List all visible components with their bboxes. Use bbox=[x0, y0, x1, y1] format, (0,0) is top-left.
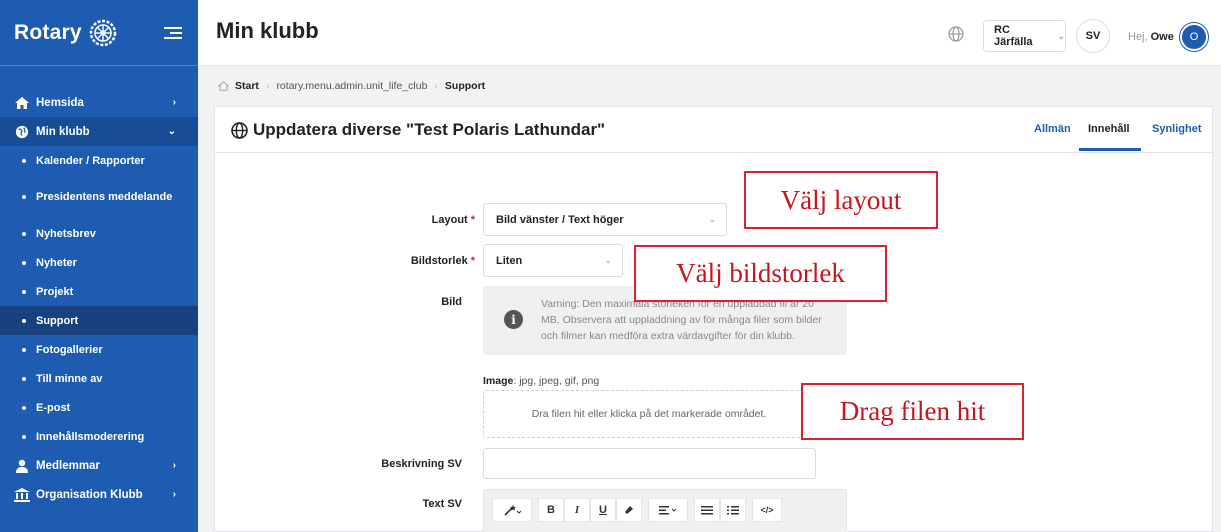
magic-wand-icon bbox=[504, 505, 521, 516]
eraser-icon bbox=[625, 506, 633, 514]
layout-label-text: Layout bbox=[431, 214, 468, 226]
image-types: Image: jpg, jpeg, gif, png bbox=[483, 375, 599, 387]
layout-select-value: Bild vänster / Text höger bbox=[496, 213, 624, 226]
card-header: Uppdatera diverse "Test Polaris Lathunda… bbox=[215, 107, 1214, 153]
collapse-menu-icon[interactable] bbox=[164, 24, 182, 40]
warning-text: Varning: Den maximala storleken för en u… bbox=[541, 298, 822, 342]
ordered-list-icon bbox=[727, 506, 739, 515]
chevron-down-icon: ⌄ bbox=[604, 255, 612, 265]
sidebar: Rotary Hemsida › Min klubb ⌄ Kalender / … bbox=[0, 0, 198, 532]
home-icon bbox=[15, 96, 29, 109]
chevron-right-icon: › bbox=[172, 460, 176, 471]
align-left-icon bbox=[659, 506, 677, 515]
globe-icon bbox=[231, 122, 248, 139]
image-types-list: : jpg, jpeg, gif, png bbox=[513, 375, 600, 387]
sidebar-subitem[interactable]: E-post bbox=[0, 393, 198, 422]
sidebar-subitem[interactable]: Kalender / Rapporter bbox=[0, 146, 198, 175]
annotation-image-size: Välj bildstorlek bbox=[634, 245, 887, 302]
active-tab-indicator bbox=[1079, 148, 1141, 151]
annotation-layout: Välj layout bbox=[744, 171, 938, 229]
card-title: Uppdatera diverse "Test Polaris Lathunda… bbox=[253, 120, 606, 139]
sidebar-subitem[interactable]: Nyheter bbox=[0, 248, 198, 277]
user-greeting: Hej, Owe bbox=[1128, 31, 1174, 43]
code-view-button[interactable]: </> bbox=[752, 498, 782, 522]
breadcrumb-middle[interactable]: rotary.menu.admin.unit_life_club bbox=[276, 80, 427, 92]
chevron-down-icon: ⌄ bbox=[1057, 30, 1065, 41]
sidebar-item-label: Medlemmar bbox=[36, 459, 100, 472]
underline-button[interactable]: U bbox=[590, 498, 616, 522]
chevron-right-icon: › bbox=[172, 97, 176, 108]
layout-label: Layout * bbox=[395, 214, 475, 226]
avatar[interactable]: O bbox=[1180, 23, 1208, 51]
sidebar-subitem[interactable]: Till minne av bbox=[0, 364, 198, 393]
sidebar-item-label: Min klubb bbox=[36, 125, 90, 138]
image-size-select[interactable]: Liten ⌄ bbox=[483, 244, 623, 277]
description-input[interactable] bbox=[483, 448, 816, 479]
club-select-value: RC Järfälla bbox=[994, 24, 1033, 48]
top-header: Min klubb RC Järfälla ⌄ SV Hej, Owe O bbox=[198, 0, 1221, 66]
sidebar-subitem-active[interactable]: Support bbox=[0, 306, 198, 335]
bold-button[interactable]: B bbox=[538, 498, 564, 522]
rich-text-editor: B I U </> bbox=[483, 489, 847, 532]
sidebar-subitem[interactable]: Presidentens meddelande bbox=[0, 175, 198, 219]
info-icon: i bbox=[504, 310, 523, 329]
sidebar-subitem[interactable]: Projekt bbox=[0, 277, 198, 306]
greeting-text: Hej, bbox=[1128, 31, 1148, 43]
ordered-list-button[interactable] bbox=[720, 498, 746, 522]
sidebar-subitem[interactable]: Fotogallerier bbox=[0, 335, 198, 364]
sidebar-item-label: Organisation Klubb bbox=[36, 488, 143, 501]
size-label: Bildstorlek * bbox=[365, 255, 475, 267]
breadcrumb: Start › rotary.menu.admin.unit_life_club… bbox=[218, 80, 485, 92]
annotation-drag-file: Drag filen hit bbox=[801, 383, 1024, 440]
list-icon bbox=[701, 506, 713, 515]
layout-select[interactable]: Bild vänster / Text höger ⌄ bbox=[483, 203, 727, 236]
sidebar-item-hemsida[interactable]: Hemsida › bbox=[0, 88, 198, 117]
chevron-right-icon: › bbox=[172, 489, 176, 500]
club-select[interactable]: RC Järfälla ⌄ bbox=[983, 20, 1066, 52]
sidebar-item-label: Hemsida bbox=[36, 96, 84, 109]
edit-card: Uppdatera diverse "Test Polaris Lathunda… bbox=[214, 106, 1214, 532]
chevron-down-icon: ⌄ bbox=[708, 214, 716, 224]
sidebar-subitem[interactable]: Nyhetsbrev bbox=[0, 219, 198, 248]
tab-innehall[interactable]: Innehåll bbox=[1088, 123, 1130, 135]
sidebar-item-min-klubb[interactable]: Min klubb ⌄ bbox=[0, 117, 198, 146]
sidebar-subitem[interactable]: Innehållsmoderering bbox=[0, 422, 198, 451]
required-mark: * bbox=[470, 214, 475, 226]
brand-logo-text: Rotary bbox=[14, 20, 82, 44]
globe-icon bbox=[15, 125, 29, 138]
sidebar-item-organisation[interactable]: Organisation Klubb › bbox=[0, 480, 198, 509]
italic-button[interactable]: I bbox=[564, 498, 590, 522]
description-label: Beskrivning SV bbox=[381, 458, 462, 470]
size-label-text: Bildstorlek bbox=[410, 255, 468, 267]
user-icon bbox=[16, 459, 28, 473]
image-size-select-value: Liten bbox=[496, 254, 523, 267]
text-label: Text SV bbox=[422, 498, 462, 510]
user-name: Owe bbox=[1150, 31, 1174, 43]
image-types-label: Image bbox=[483, 375, 514, 387]
breadcrumb-separator-icon: › bbox=[265, 80, 270, 92]
page-title: Min klubb bbox=[216, 18, 319, 43]
tab-synlighet[interactable]: Synlighet bbox=[1152, 123, 1202, 135]
home-icon bbox=[218, 81, 229, 91]
language-globe-icon[interactable] bbox=[948, 26, 964, 42]
eraser-button[interactable] bbox=[616, 498, 642, 522]
unordered-list-button[interactable] bbox=[694, 498, 720, 522]
rotary-wheel-icon bbox=[89, 19, 116, 46]
magic-format-button[interactable] bbox=[492, 498, 532, 522]
align-dropdown-button[interactable] bbox=[648, 498, 688, 522]
breadcrumb-separator-icon: › bbox=[434, 80, 438, 92]
file-dropzone[interactable]: Dra filen hit eller klicka på det marker… bbox=[483, 390, 815, 438]
language-button[interactable]: SV bbox=[1076, 19, 1110, 53]
breadcrumb-current: Support bbox=[444, 80, 486, 92]
institution-icon bbox=[14, 487, 30, 502]
tab-allman[interactable]: Allmän bbox=[1034, 123, 1071, 135]
image-label: Bild bbox=[441, 296, 462, 308]
sidebar-item-medlemmar[interactable]: Medlemmar › bbox=[0, 451, 198, 480]
chevron-down-icon: ⌄ bbox=[167, 126, 176, 137]
sidebar-nav: Hemsida › Min klubb ⌄ Kalender / Rapport… bbox=[0, 88, 198, 509]
required-mark: * bbox=[470, 255, 475, 267]
breadcrumb-start[interactable]: Start bbox=[235, 80, 259, 92]
